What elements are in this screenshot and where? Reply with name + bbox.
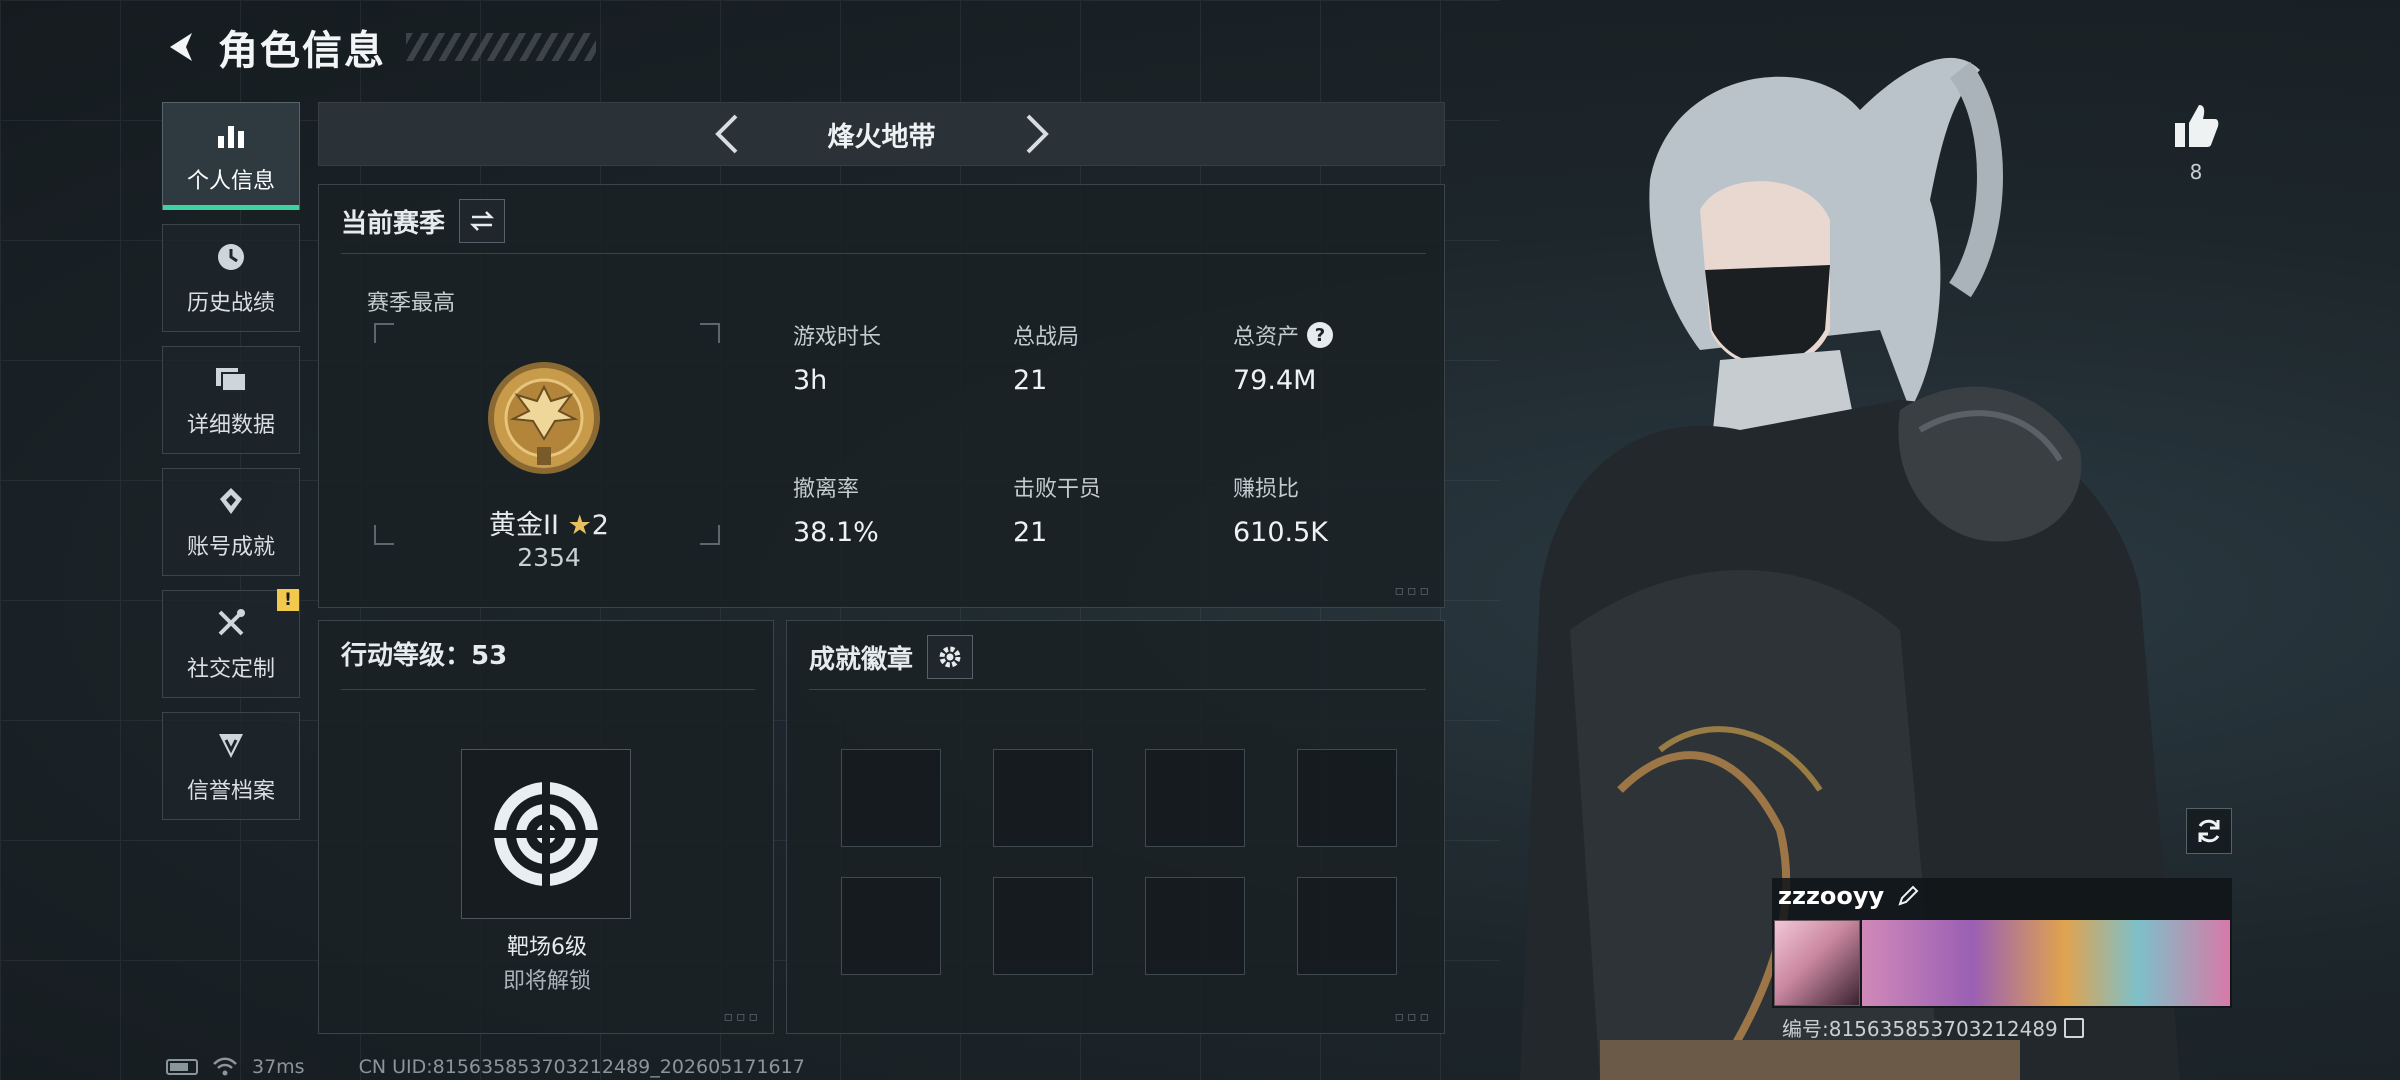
stat-value: 21 <box>1013 365 1048 396</box>
back-arrow-icon[interactable] <box>160 25 204 69</box>
stat-label: 游戏时长 <box>793 325 882 350</box>
stat-kills: 击败干员 21 <box>1013 471 1101 548</box>
action-level-panel: 行动等级：53 靶场6级 即将解锁 ▫▫▫ <box>318 620 774 1034</box>
notification-badge: ! <box>277 589 299 611</box>
prev-mode-button[interactable] <box>687 102 767 166</box>
swap-icon <box>469 211 495 231</box>
player-id: 编号:815635853703212489 <box>1782 1017 2058 1041</box>
sidebar-item-achievements[interactable]: 账号成就 <box>162 468 300 576</box>
rank-score: 2354 <box>517 543 581 572</box>
title-decoration <box>406 33 596 61</box>
target-icon <box>490 778 602 890</box>
stat-label: 总战局 <box>1013 325 1080 350</box>
ping-value: 37ms <box>252 1056 305 1078</box>
header: 角色信息 <box>160 22 596 74</box>
rank-stars: 2 <box>591 510 609 541</box>
panel-corner-marks: ▫▫▫ <box>723 1009 761 1025</box>
stat-value: 79.4M <box>1233 365 1317 396</box>
range-unlock-status: 即将解锁 <box>502 969 591 994</box>
player-name: zzzooyy <box>1778 882 1885 910</box>
thumbs-up-icon <box>2175 105 2219 147</box>
star-icon: ★ <box>567 510 592 541</box>
stat-value: 3h <box>793 365 828 396</box>
gear-icon <box>939 646 961 668</box>
tools-icon <box>213 605 249 641</box>
player-id-row: 编号:815635853703212489 <box>1782 1013 2084 1042</box>
player-name-row: zzzooyy <box>1778 882 1920 910</box>
page-title: 角色信息 <box>218 28 386 74</box>
edit-pencil-icon[interactable] <box>1896 884 1920 908</box>
player-card: zzzooyy <box>1772 878 2232 1008</box>
bar-chart-icon <box>213 117 249 153</box>
range-unlock-tile[interactable] <box>461 749 631 919</box>
badge-slot[interactable] <box>841 877 941 975</box>
stat-profit-ratio: 赚损比 610.5K <box>1233 471 1328 548</box>
badge-slot[interactable] <box>1297 749 1397 847</box>
uid-text: CN UID:815635853703212489_202605171617 <box>358 1056 805 1078</box>
sidebar-item-label: 历史战绩 <box>186 291 275 316</box>
credit-icon <box>213 727 249 763</box>
rotate-model-button[interactable] <box>2186 808 2232 854</box>
status-bar: 37ms CN UID:815635853703212489_202605171… <box>166 1056 805 1078</box>
swap-season-button[interactable] <box>459 199 506 243</box>
gold-rank-emblem-icon <box>479 353 609 483</box>
season-title: 当前赛季 <box>341 208 446 239</box>
help-icon[interactable]: ? <box>1307 322 1334 348</box>
stat-value: 21 <box>1013 517 1048 548</box>
stat-label: 赚损比 <box>1233 477 1300 502</box>
badge-slot[interactable] <box>1145 749 1245 847</box>
badge-slot[interactable] <box>841 749 941 847</box>
range-level-name: 靶场6级 <box>507 935 587 960</box>
badges-title: 成就徽章 <box>809 644 914 675</box>
badges-panel: 成就徽章 ▫▫▫ <box>786 620 1445 1034</box>
sidebar-item-social[interactable]: ! 社交定制 <box>162 589 300 698</box>
wifi-icon <box>213 1057 237 1076</box>
next-mode-button[interactable] <box>997 102 1077 166</box>
stat-extract-rate: 撤离率 38.1% <box>793 471 879 548</box>
folder-icon <box>213 361 249 397</box>
stat-value: 610.5K <box>1233 517 1329 548</box>
sidebar-item-label: 账号成就 <box>186 535 275 560</box>
sidebar-item-history[interactable]: 历史战绩 <box>162 224 300 332</box>
sidebar-item-credit[interactable]: 信誉档案 <box>162 712 300 820</box>
sidebar-item-label: 详细数据 <box>186 413 275 438</box>
mode-selector: 烽火地带 <box>318 102 1445 166</box>
season-panel: 当前赛季 赛季最高 黄金II ★2 2354 游戏时长 3h 总战局 21 总资… <box>318 184 1445 608</box>
mode-name: 烽火地带 <box>827 121 936 153</box>
stat-value: 38.1% <box>793 517 879 548</box>
stat-total-matches: 总战局 21 <box>1013 319 1079 396</box>
like-count: 8 <box>2189 160 2203 184</box>
sidebar-item-label: 个人信息 <box>186 169 275 194</box>
badge-slot[interactable] <box>993 877 1093 975</box>
stat-label: 撤离率 <box>793 477 860 502</box>
stat-label-text: 总资产 <box>1233 325 1300 350</box>
copy-icon[interactable] <box>2063 1017 2084 1038</box>
profile-banner[interactable] <box>1862 920 2230 1006</box>
panel-corner-marks: ▫▫▫ <box>1394 1009 1432 1025</box>
stat-label: 击败干员 <box>1013 477 1102 502</box>
sidebar-item-label: 社交定制 <box>186 657 275 682</box>
season-best-label: 赛季最高 <box>367 291 456 316</box>
badges-settings-button[interactable] <box>927 635 974 679</box>
clock-icon <box>213 239 249 275</box>
refresh-icon <box>2198 819 2220 843</box>
sidebar-item-personal-info[interactable]: 个人信息 <box>162 102 300 210</box>
stat-total-assets: 总资产 ? 79.4M <box>1233 319 1334 396</box>
like-button[interactable] <box>2166 96 2226 156</box>
sidebar-item-detailed-data[interactable]: 详细数据 <box>162 346 300 454</box>
battery-icon <box>166 1059 198 1075</box>
action-level-title: 行动等级：53 <box>341 641 508 671</box>
achievement-icon <box>213 483 249 519</box>
sidebar: 个人信息 历史战绩 详细数据 账号成就 ! 社交定制 信誉档案 <box>162 102 302 820</box>
avatar[interactable] <box>1774 920 1860 1006</box>
badge-slot[interactable] <box>993 749 1093 847</box>
panel-corner-marks: ▫▫▫ <box>1394 583 1432 599</box>
stat-label: 总资产 ? <box>1233 319 1334 351</box>
rank-name: 黄金II <box>489 510 559 541</box>
rank-name-line: 黄金II ★2 <box>319 503 779 542</box>
badge-slot[interactable] <box>1297 877 1397 975</box>
badge-slot[interactable] <box>1145 877 1245 975</box>
stat-play-time: 游戏时长 3h <box>793 319 881 396</box>
sidebar-item-label: 信誉档案 <box>186 779 275 804</box>
